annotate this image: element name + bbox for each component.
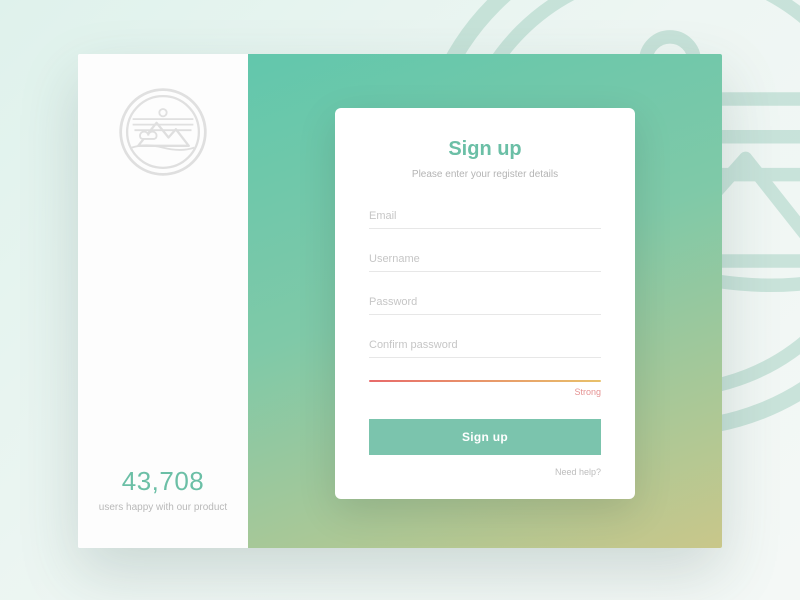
password-strength-bar bbox=[369, 380, 601, 382]
signup-form: Sign up Please enter your register detai… bbox=[335, 108, 635, 499]
signup-card: 43,708 users happy with our product Sign… bbox=[78, 54, 722, 548]
content-panel: Sign up Please enter your register detai… bbox=[248, 54, 722, 548]
signup-button[interactable]: Sign up bbox=[369, 419, 601, 455]
password-strength-label: Strong bbox=[369, 387, 601, 397]
confirm-password-field[interactable] bbox=[369, 331, 601, 358]
username-field[interactable] bbox=[369, 245, 601, 272]
need-help-link[interactable]: Need help? bbox=[369, 467, 601, 477]
form-subtitle: Please enter your register details bbox=[369, 169, 601, 180]
user-count: 43,708 bbox=[122, 466, 205, 497]
password-strength: Strong bbox=[369, 380, 601, 397]
sidebar: 43,708 users happy with our product bbox=[78, 54, 248, 548]
user-count-caption: users happy with our product bbox=[99, 501, 227, 514]
brand-logo-icon bbox=[117, 86, 209, 178]
form-title: Sign up bbox=[369, 138, 601, 161]
password-field[interactable] bbox=[369, 288, 601, 315]
email-field[interactable] bbox=[369, 202, 601, 229]
